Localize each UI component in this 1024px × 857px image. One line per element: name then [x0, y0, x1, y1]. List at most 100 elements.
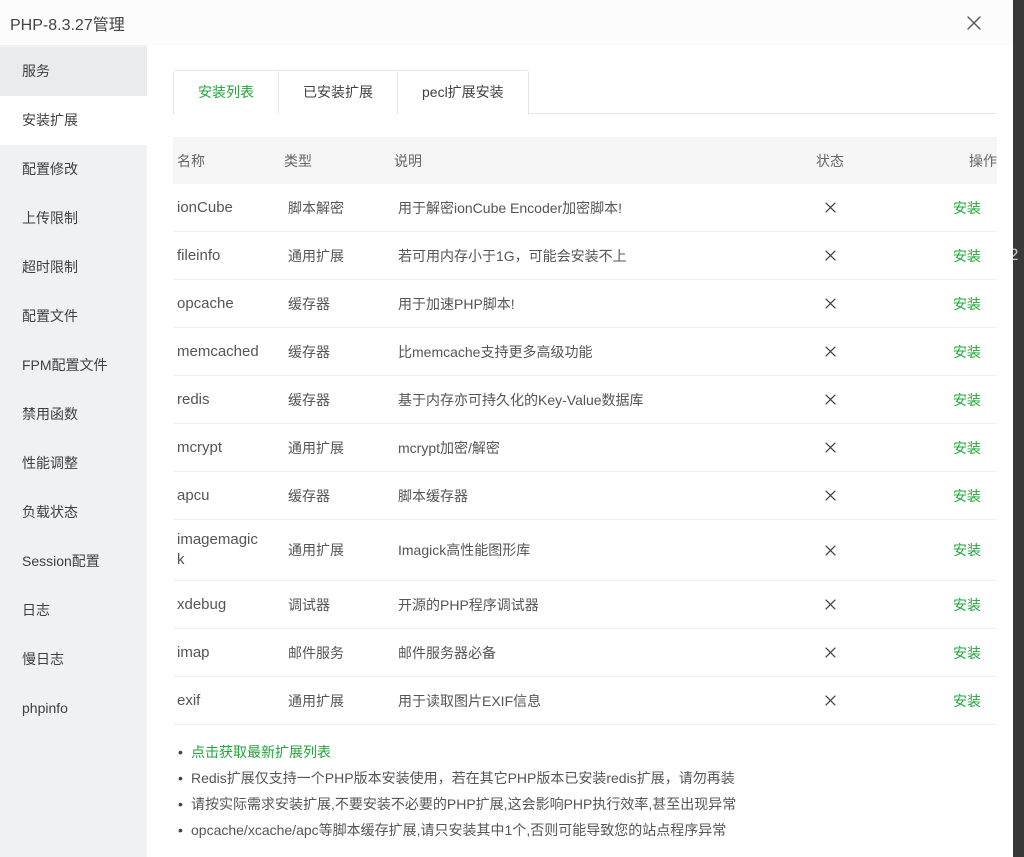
status-not-installed-icon [824, 598, 837, 611]
action-cell: 安装 [870, 328, 997, 375]
sidebar-item-10[interactable]: Session配置 [0, 537, 147, 586]
install-button[interactable]: 安装 [953, 595, 981, 615]
extension-status [790, 581, 870, 628]
status-not-installed-icon [824, 393, 837, 406]
sidebar-item-2[interactable]: 配置修改 [0, 145, 147, 194]
note-text: 请按实际需求安装扩展,不要安装不必要的PHP扩展,这会影响PHP执行效率,甚至出… [191, 791, 736, 817]
table-row: opcache缓存器用于加速PHP脚本! 安装 [173, 280, 997, 328]
action-cell: 安装 [870, 472, 997, 519]
install-button[interactable]: 安装 [953, 294, 981, 314]
install-button[interactable]: 安装 [953, 540, 981, 560]
sidebar-item-1[interactable]: 安装扩展 [0, 96, 147, 145]
tab-bar: 安装列表已安装扩展pecl扩展安装 [173, 70, 997, 114]
status-not-installed-icon [824, 297, 837, 310]
install-button[interactable]: 安装 [953, 390, 981, 410]
table-row: memcached缓存器比memcache支持更多高级功能安装 [173, 328, 997, 376]
tab-0[interactable]: 安装列表 [174, 71, 278, 115]
extension-status [790, 424, 870, 471]
tab-2[interactable]: pecl扩展安装 [397, 71, 528, 114]
close-icon [965, 14, 983, 32]
tab-1[interactable]: 已安装扩展 [278, 71, 397, 114]
main-content: 安装列表已安装扩展pecl扩展安装 名称类型说明状态操作 ionCube脚本解密… [147, 45, 1013, 857]
column-header-1: 类型 [284, 137, 394, 184]
extension-description: Imagick高性能图形库 [394, 520, 790, 580]
extension-status [790, 520, 870, 580]
extension-type: 通用扩展 [284, 677, 394, 724]
status-not-installed-icon [824, 201, 837, 214]
install-button[interactable]: 安装 [953, 198, 981, 218]
extension-type: 缓存器 [284, 280, 394, 327]
status-not-installed-icon [824, 544, 837, 557]
extension-name: opcache [173, 280, 284, 327]
background-page: 2 [1013, 0, 1024, 857]
sidebar-item-13[interactable]: phpinfo [0, 684, 147, 733]
php-manager-dialog: 2 PHP-8.3.27管理 服务安装扩展配置修改上传限制超时限制配置文件FPM… [0, 0, 1024, 857]
column-header-2: 说明 [394, 137, 790, 184]
sidebar-item-3[interactable]: 上传限制 [0, 194, 147, 243]
extension-description: mcrypt加密/解密 [394, 424, 790, 471]
extension-type: 通用扩展 [284, 232, 394, 279]
install-button[interactable]: 安装 [953, 342, 981, 362]
sidebar-item-7[interactable]: 禁用函数 [0, 390, 147, 439]
install-button[interactable]: 安装 [953, 438, 981, 458]
close-button[interactable] [963, 12, 985, 34]
extension-description: 脚本缓存器 [394, 472, 790, 519]
install-button[interactable]: 安装 [953, 691, 981, 711]
extension-type: 缓存器 [284, 376, 394, 423]
dialog-title: PHP-8.3.27管理 [10, 11, 125, 35]
action-cell: 安装 [870, 581, 997, 628]
column-header-3: 状态 [790, 137, 870, 184]
extension-status [790, 328, 870, 375]
column-header-4: 操作 [870, 137, 997, 184]
note-item: •点击获取最新扩展列表 [173, 739, 997, 765]
extension-status [790, 184, 870, 231]
table-row: imap邮件服务邮件服务器必备安装 [173, 629, 997, 677]
extension-description: 邮件服务器必备 [394, 629, 790, 676]
install-button[interactable]: 安装 [953, 246, 981, 266]
sidebar-item-0[interactable]: 服务 [0, 47, 147, 96]
sidebar-item-9[interactable]: 负载状态 [0, 488, 147, 537]
action-cell: 安装 [870, 677, 997, 724]
extension-status [790, 376, 870, 423]
sidebar-item-6[interactable]: FPM配置文件 [0, 341, 147, 390]
install-button[interactable]: 安装 [953, 643, 981, 663]
refresh-extensions-link[interactable]: 点击获取最新扩展列表 [191, 739, 331, 765]
status-not-installed-icon [824, 249, 837, 262]
extension-status [790, 280, 870, 327]
extension-name: mcrypt [173, 424, 284, 471]
bullet-icon: • [178, 817, 191, 843]
bullet-icon: • [178, 739, 191, 765]
notes-list: •点击获取最新扩展列表•Redis扩展仅支持一个PHP版本安装使用，若在其它PH… [173, 739, 997, 843]
extension-description: 开源的PHP程序调试器 [394, 581, 790, 628]
sidebar-item-5[interactable]: 配置文件 [0, 292, 147, 341]
extension-type: 通用扩展 [284, 520, 394, 580]
dialog-header: PHP-8.3.27管理 [0, 0, 1013, 45]
table-row: ionCube脚本解密用于解密ionCube Encoder加密脚本!安装 [173, 184, 997, 232]
sidebar-item-8[interactable]: 性能调整 [0, 439, 147, 488]
extension-status [790, 677, 870, 724]
action-cell: 安装 [870, 520, 997, 580]
action-cell: 安装 [870, 184, 997, 231]
action-cell: 安装 [870, 232, 997, 279]
extension-name: memcached [173, 328, 284, 375]
extension-status [790, 472, 870, 519]
extension-status [790, 629, 870, 676]
extension-name: ionCube [173, 184, 284, 231]
sidebar-item-12[interactable]: 慢日志 [0, 635, 147, 684]
status-not-installed-icon [824, 345, 837, 358]
sidebar-item-11[interactable]: 日志 [0, 586, 147, 635]
status-not-installed-icon [824, 489, 837, 502]
note-text: Redis扩展仅支持一个PHP版本安装使用，若在其它PHP版本已安装redis扩… [191, 765, 735, 791]
table-row: exif通用扩展用于读取图片EXIF信息安装 [173, 677, 997, 725]
modal: PHP-8.3.27管理 服务安装扩展配置修改上传限制超时限制配置文件FPM配置… [0, 0, 1013, 857]
note-item: •请按实际需求安装扩展,不要安装不必要的PHP扩展,这会影响PHP执行效率,甚至… [173, 791, 997, 817]
action-cell: 安装 [870, 280, 997, 327]
table-row: apcu缓存器脚本缓存器安装 [173, 472, 997, 520]
status-not-installed-icon [824, 441, 837, 454]
extension-type: 脚本解密 [284, 184, 394, 231]
extension-description: 用于加速PHP脚本! [394, 280, 790, 327]
install-button[interactable]: 安装 [953, 486, 981, 506]
table-row: imagemagick通用扩展Imagick高性能图形库安装 [173, 520, 997, 581]
extension-type: 邮件服务 [284, 629, 394, 676]
sidebar-item-4[interactable]: 超时限制 [0, 243, 147, 292]
